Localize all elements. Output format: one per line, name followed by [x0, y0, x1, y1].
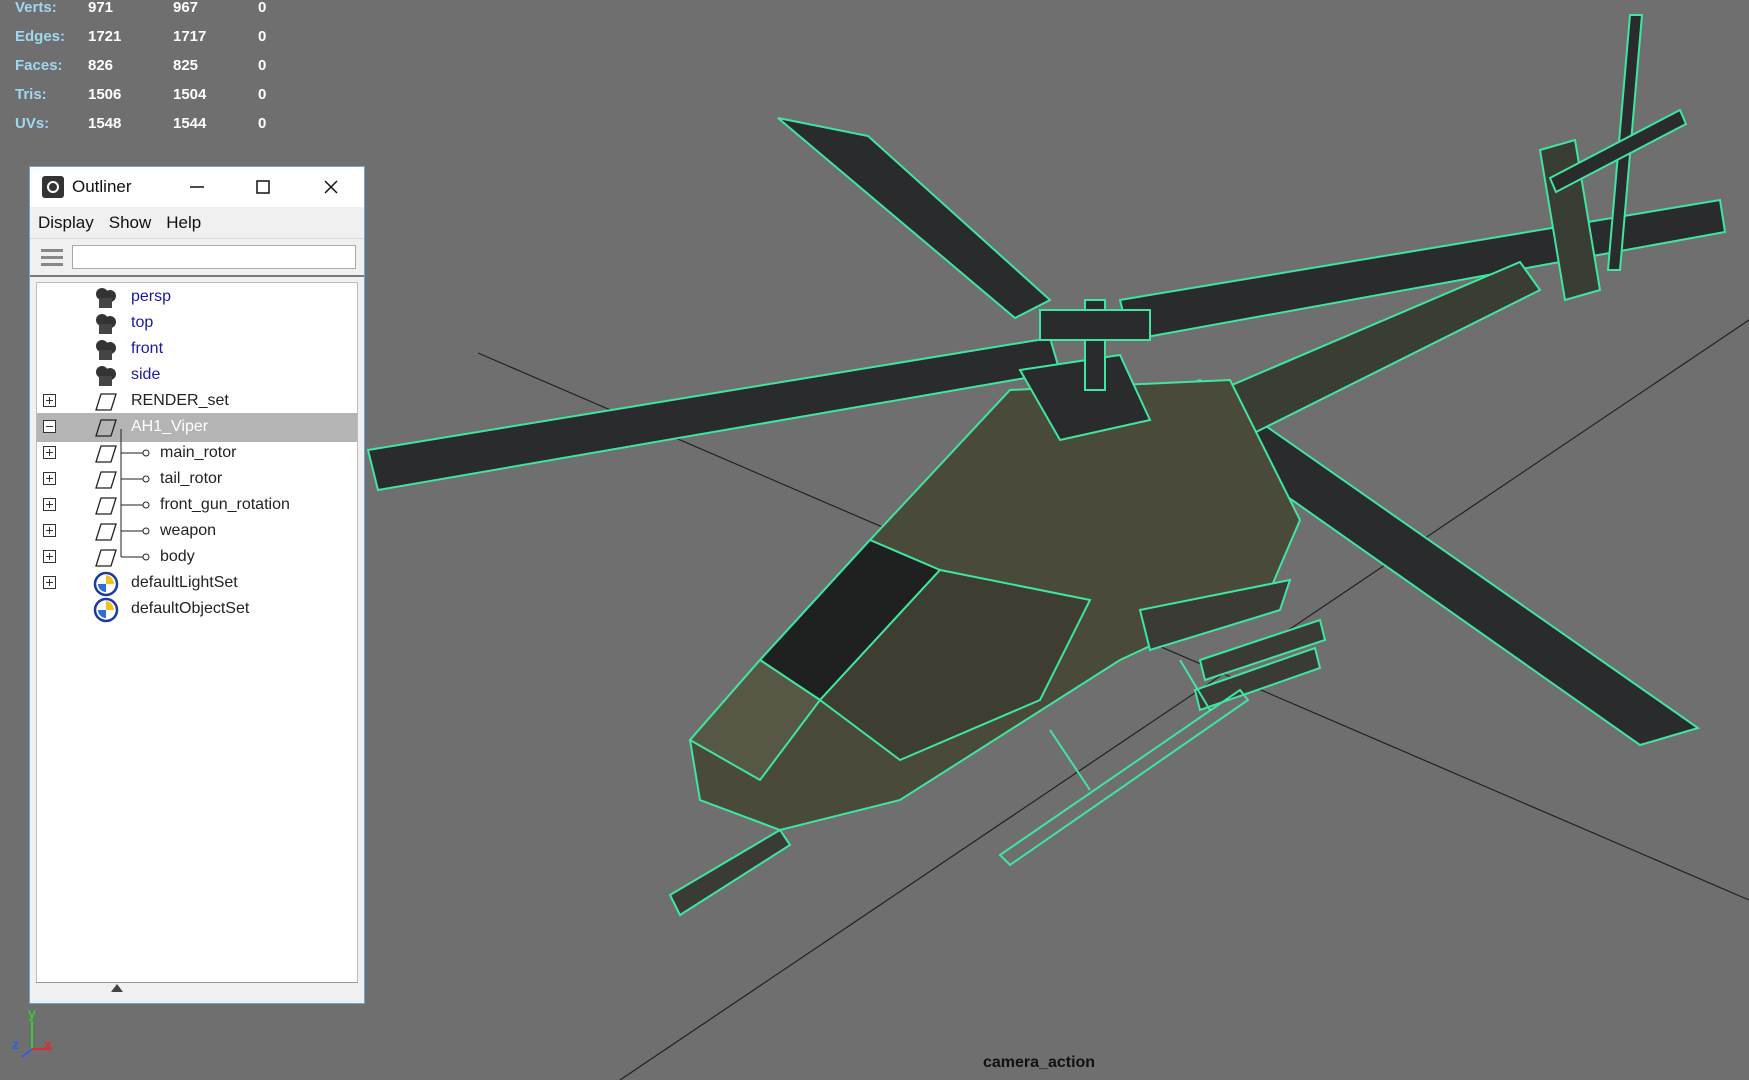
tree-item-front[interactable]: front [37, 335, 357, 364]
hud-value: 0 [258, 115, 267, 132]
menu-display[interactable]: Display [30, 213, 101, 233]
tree-item-label: defaultObjectSet [131, 600, 250, 617]
minimize-icon[interactable] [164, 167, 230, 207]
expand-icon[interactable] [43, 576, 56, 589]
expand-icon[interactable] [43, 550, 56, 563]
hud-value: 1544 [173, 115, 207, 132]
transform-icon [93, 493, 119, 519]
hud-value: 1721 [88, 28, 122, 45]
tree-item-side[interactable]: side [37, 361, 357, 390]
collapse-icon[interactable] [43, 420, 56, 433]
poly-count-hud: Verts: 971 967 0 Edges: 1721 1717 0 Face… [15, 0, 298, 138]
outliner-menubar: Display Show Help [30, 207, 364, 239]
camera-icon [93, 311, 119, 337]
tree-item-label: body [160, 548, 195, 565]
hud-value: 971 [88, 0, 114, 16]
axis-y-label: y [28, 1005, 36, 1021]
hud-value: 826 [88, 57, 114, 74]
hud-label: Faces: [15, 57, 63, 74]
outliner-titlebar[interactable]: Outliner [30, 167, 364, 207]
hud-value: 0 [258, 28, 267, 45]
tree-item-label: front_gun_rotation [160, 496, 290, 513]
maya-app-icon [42, 176, 64, 198]
axis-x-label: x [44, 1036, 52, 1052]
axis-gizmo: y z x [8, 1005, 68, 1065]
filter-options-icon[interactable] [38, 244, 66, 270]
tree-item-body[interactable]: body [37, 543, 357, 572]
tree-item-label: main_rotor [160, 444, 237, 461]
tree-item-label: weapon [160, 522, 217, 539]
tree-item-label: tail_rotor [160, 470, 223, 487]
expand-icon[interactable] [43, 472, 56, 485]
camera-name-label: camera_action [983, 1054, 1096, 1071]
tree-item-label: defaultLightSet [131, 574, 238, 591]
tree-item-label: side [131, 366, 161, 383]
tree-item-render-set[interactable]: RENDER_set [37, 387, 357, 416]
tree-item-ah1-viper[interactable]: AH1_Viper [37, 413, 357, 442]
expand-icon[interactable] [43, 524, 56, 537]
hud-row-verts: Verts: 971 967 0 [15, 0, 298, 22]
tree-item-label: front [131, 340, 164, 357]
menu-show[interactable]: Show [101, 213, 159, 233]
tree-item-weapon[interactable]: weapon [37, 517, 357, 546]
tree-item-default-light-set[interactable]: defaultLightSet [37, 569, 357, 598]
camera-icon [93, 285, 119, 311]
set-icon [93, 571, 119, 597]
hud-label: Tris: [15, 86, 47, 103]
hud-value: 1506 [88, 86, 122, 103]
camera-icon [93, 363, 119, 389]
expand-icon[interactable] [43, 498, 56, 511]
close-icon[interactable] [298, 167, 364, 207]
tree-item-tail-rotor[interactable]: tail_rotor [37, 465, 357, 494]
transform-icon [93, 389, 119, 415]
transform-icon [93, 467, 119, 493]
hud-row-edges: Edges: 1721 1717 0 [15, 22, 298, 51]
hud-value: 0 [258, 0, 267, 16]
hud-value: 967 [173, 0, 199, 16]
hud-value: 1548 [88, 115, 122, 132]
tree-item-main-rotor[interactable]: main_rotor [37, 439, 357, 468]
hud-label: UVs: [15, 115, 50, 132]
horizontal-scrollbar[interactable] [36, 982, 358, 997]
camera-icon [93, 337, 119, 363]
tree-item-top[interactable]: top [37, 309, 357, 338]
hud-label: Verts: [15, 0, 57, 16]
tree-item-default-object-set[interactable]: defaultObjectSet [37, 595, 357, 624]
hud-row-uvs: UVs: 1548 1544 0 [15, 109, 298, 138]
hud-value: 825 [173, 57, 199, 74]
outliner-filterbar [30, 239, 364, 277]
outliner-tree: persp top front side RENDER_set AH1_Vipe… [36, 282, 358, 987]
expand-icon[interactable] [43, 394, 56, 407]
hud-value: 0 [258, 86, 267, 103]
transform-icon [93, 441, 119, 467]
scroll-arrow-icon[interactable] [111, 984, 123, 992]
hud-value: 1717 [173, 28, 207, 45]
transform-icon [93, 519, 119, 545]
maximize-icon[interactable] [230, 167, 296, 207]
expand-icon[interactable] [43, 446, 56, 459]
tree-item-label: persp [131, 288, 172, 305]
transform-icon [93, 545, 119, 571]
tree-item-persp[interactable]: persp [37, 283, 357, 312]
axis-z-label: z [12, 1036, 19, 1052]
window-title: Outliner [72, 177, 132, 196]
set-icon [93, 597, 119, 623]
hud-value: 0 [258, 57, 267, 74]
outliner-search-input[interactable] [72, 245, 356, 269]
menu-help[interactable]: Help [158, 213, 208, 233]
hud-row-tris: Tris: 1506 1504 0 [15, 80, 298, 109]
outliner-window: Outliner Display Show Help persp top fro… [29, 166, 365, 1004]
tree-item-label: RENDER_set [131, 392, 229, 409]
hud-value: 1504 [173, 86, 207, 103]
hud-row-faces: Faces: 826 825 0 [15, 51, 298, 80]
hud-label: Edges: [15, 28, 66, 45]
tree-item-label: top [131, 314, 154, 331]
tree-item-front-gun-rotation[interactable]: front_gun_rotation [37, 491, 357, 520]
